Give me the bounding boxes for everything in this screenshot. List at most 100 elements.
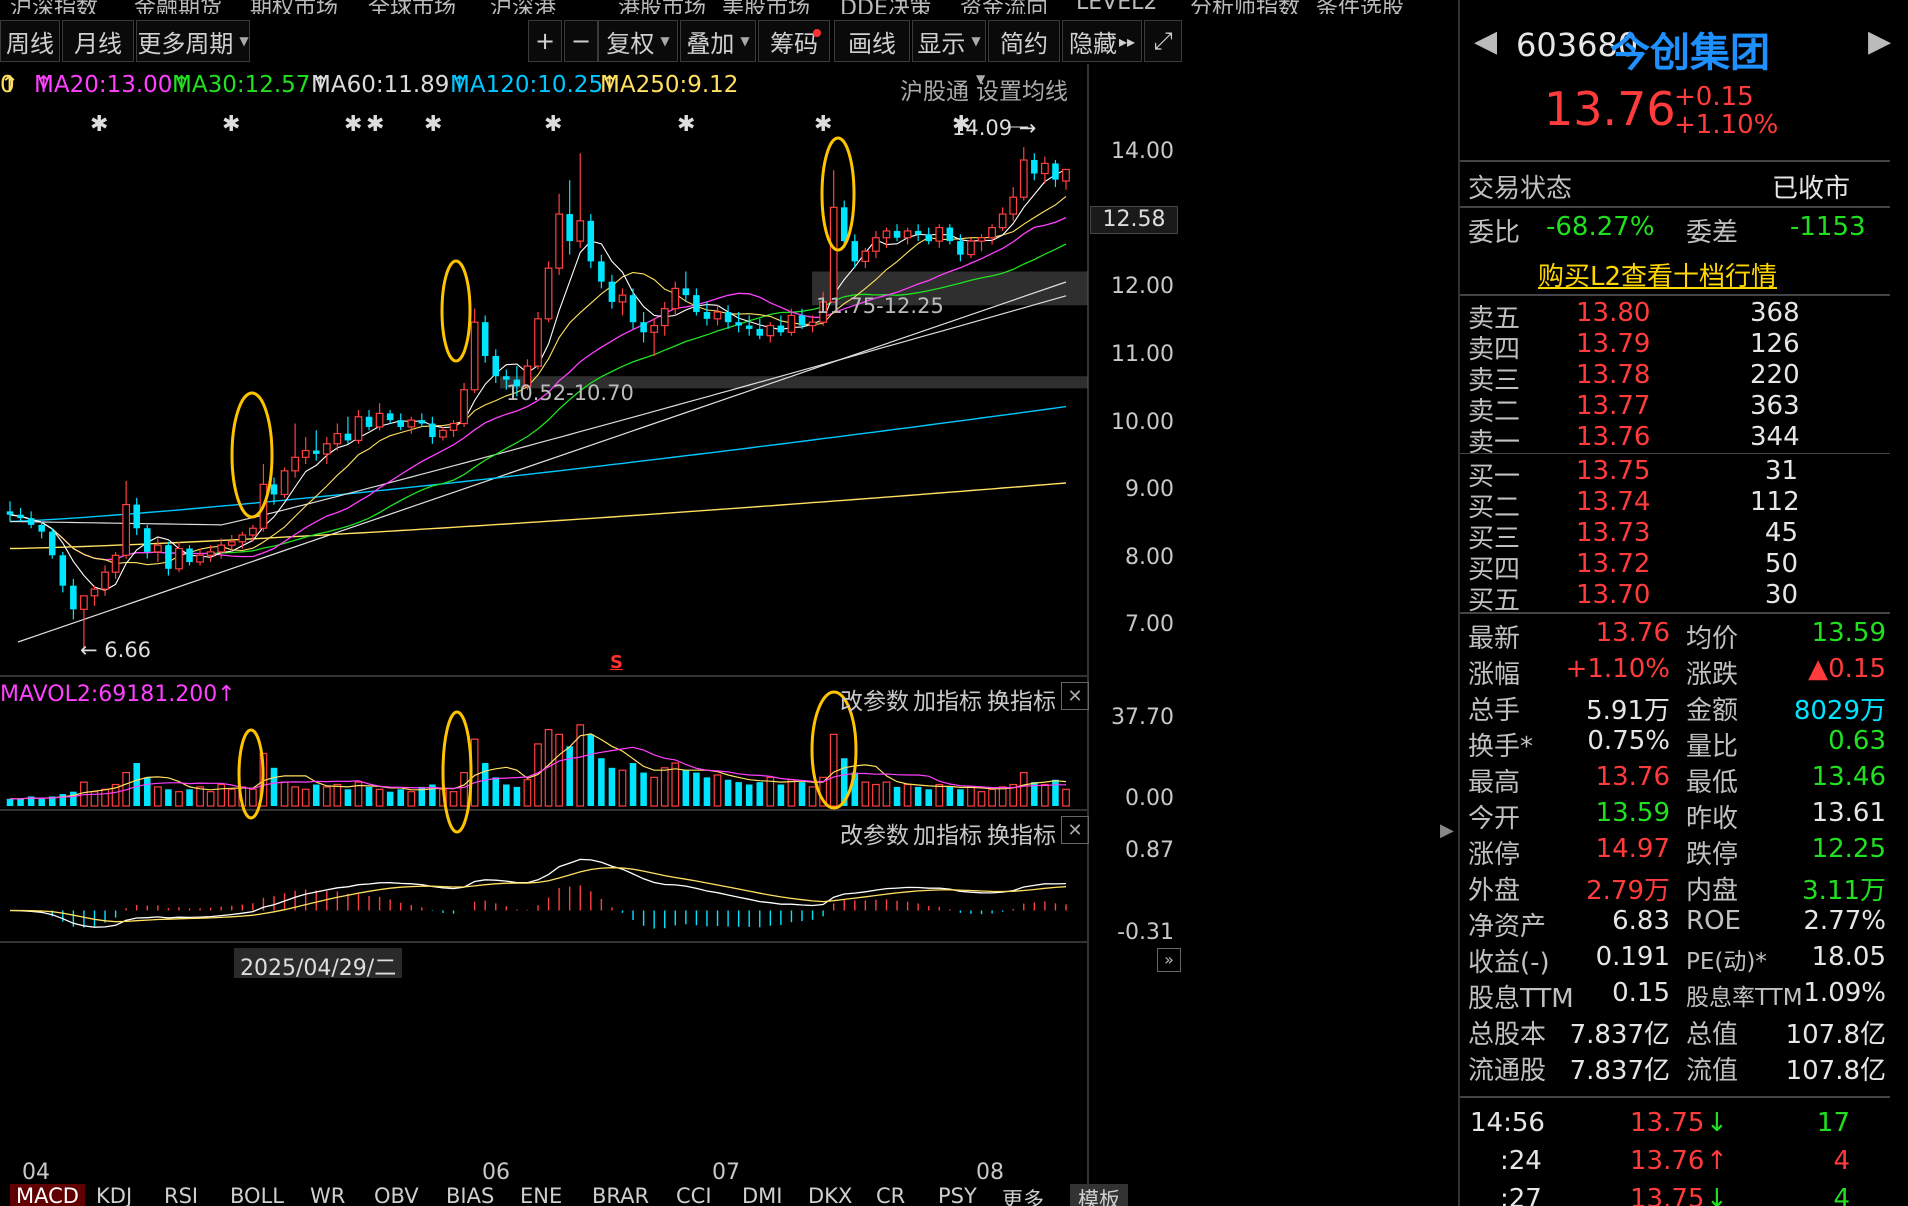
candlestick[interactable] [640,312,647,343]
candlestick[interactable] [27,511,35,529]
candlestick[interactable] [925,227,932,245]
candlestick[interactable] [988,224,996,245]
candlestick[interactable] [122,480,131,559]
candlestick[interactable] [808,315,817,333]
candlestick[interactable] [829,170,838,303]
indicator-tab[interactable]: 更多 [1002,1184,1044,1206]
ask-price[interactable]: 13.80 [1576,298,1650,328]
candlestick[interactable] [460,382,468,427]
candlestick[interactable] [598,254,605,289]
candlestick[interactable] [872,230,880,258]
candlestick[interactable] [1019,147,1028,201]
candlestick[interactable] [555,193,563,275]
indicator-tab[interactable]: 模板 [1070,1184,1128,1206]
candlestick[interactable] [470,308,479,394]
candlestick[interactable] [745,315,753,336]
scroll-right-icon[interactable]: » [1157,948,1181,972]
candlestick[interactable] [354,410,363,444]
candlestick[interactable] [629,288,637,329]
candlestick[interactable] [1062,168,1070,190]
candlestick[interactable] [967,237,975,258]
candlestick[interactable] [407,416,416,434]
candlestick[interactable] [766,322,775,343]
candlestick[interactable] [238,531,247,549]
kline-chart[interactable] [0,0,1458,1206]
candlestick[interactable] [587,214,595,269]
bid-price[interactable]: 13.72 [1576,549,1650,579]
candlestick[interactable] [566,180,573,255]
candlestick[interactable] [312,430,320,461]
candlestick[interactable] [481,315,489,363]
ask-price[interactable]: 13.78 [1576,360,1650,390]
event-marker-icon[interactable]: ✱ [814,112,832,137]
candlestick[interactable] [492,349,500,383]
indicator-tab[interactable]: CCI [676,1184,712,1206]
candlestick[interactable] [935,224,944,248]
candlestick[interactable] [196,548,204,566]
event-marker-icon[interactable]: ✱ [677,112,695,137]
candlestick[interactable] [133,497,140,536]
candlestick[interactable] [429,416,436,444]
candlestick[interactable] [608,274,616,309]
candlestick[interactable] [101,565,109,596]
collapse-panel-icon[interactable]: ▶ [1440,820,1454,880]
macd-switch-indicator[interactable]: 换指标 [987,816,1056,850]
candlestick[interactable] [17,507,24,522]
event-marker-icon[interactable]: ✱ [544,112,562,137]
event-marker-icon[interactable]: ✱ [90,112,108,137]
candlestick[interactable] [534,312,542,370]
next-stock-icon[interactable]: ▶ [1868,24,1891,59]
candlestick[interactable] [576,153,585,248]
candlestick[interactable] [70,578,77,620]
bid-price[interactable]: 13.75 [1576,456,1650,486]
candlestick[interactable] [322,437,331,465]
candlestick[interactable] [144,524,151,559]
event-marker-icon[interactable]: ✱ [952,112,970,137]
macd-add-indicator[interactable]: 加指标 [913,816,982,850]
candlestick[interactable] [333,423,342,451]
candlestick[interactable] [671,281,680,316]
indicator-tab[interactable]: KDJ [96,1184,132,1206]
macd-edit-params[interactable]: 改参数 [840,816,909,850]
indicator-tab[interactable]: ENE [520,1184,562,1206]
candlestick[interactable] [386,410,394,424]
indicator-tab[interactable]: WR [310,1184,345,1206]
candlestick[interactable] [344,416,352,444]
bid-price[interactable]: 13.74 [1576,487,1650,517]
vol-add-indicator[interactable]: 加指标 [913,682,982,716]
event-marker-icon[interactable]: ✱ [344,112,362,137]
candlestick[interactable] [449,420,458,438]
candlestick[interactable] [903,227,912,245]
event-marker-icon[interactable]: ✱ [222,112,240,137]
indicator-tab[interactable]: OBV [374,1184,419,1206]
ask-price[interactable]: 13.76 [1576,422,1650,452]
candlestick[interactable] [1031,153,1038,181]
candlestick[interactable] [735,312,742,333]
indicator-tab[interactable]: CR [876,1184,905,1206]
candlestick[interactable] [618,288,627,316]
indicator-tab[interactable]: RSI [164,1184,198,1206]
candlestick[interactable] [397,413,404,431]
candlestick[interactable] [724,305,732,329]
bid-price[interactable]: 13.70 [1576,580,1650,610]
event-marker-icon[interactable]: ✱ [424,112,442,137]
candlestick[interactable] [1009,187,1018,221]
candlestick[interactable] [153,538,162,563]
candlestick[interactable] [111,551,120,579]
candlestick[interactable] [301,437,310,465]
candlestick[interactable] [998,207,1007,231]
candlestick[interactable] [756,318,764,340]
candlestick[interactable] [48,528,56,559]
vol-switch-indicator[interactable]: 换指标 [987,682,1056,716]
bid-price[interactable]: 13.73 [1576,518,1650,548]
candlestick[interactable] [893,224,901,242]
candlestick[interactable] [660,301,669,336]
candlestick[interactable] [946,224,954,245]
candlestick[interactable] [375,403,384,431]
event-marker-icon[interactable]: ✱ [366,112,384,137]
indicator-tab[interactable]: DKX [808,1184,852,1206]
candlestick[interactable] [682,271,690,302]
ask-price[interactable]: 13.77 [1576,391,1650,421]
candlestick[interactable] [977,234,986,252]
candlestick[interactable] [165,541,172,576]
